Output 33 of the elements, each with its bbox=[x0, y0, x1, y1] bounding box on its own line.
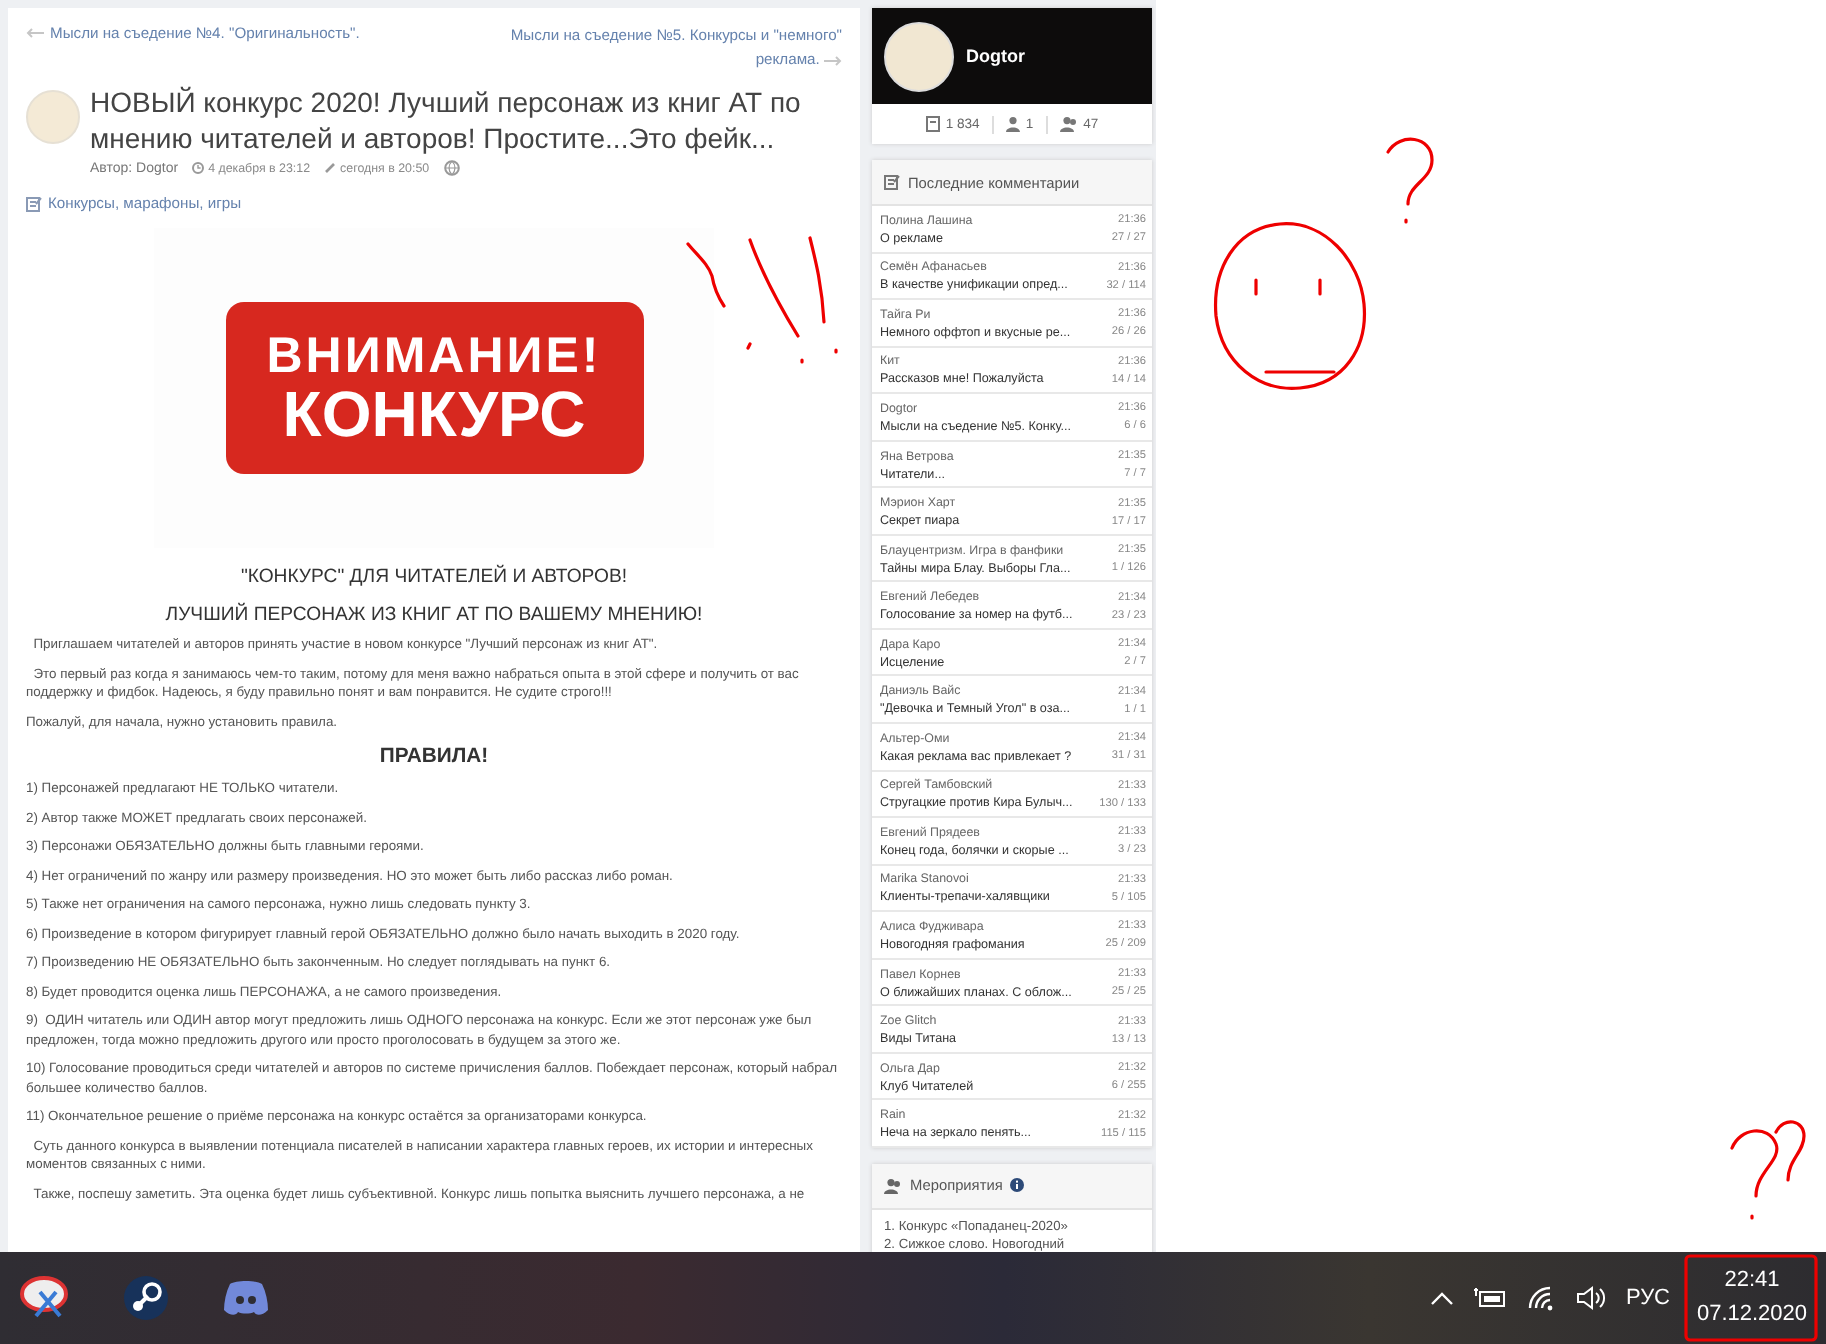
clock-time: 22:41 bbox=[1724, 1266, 1780, 1296]
users-icon bbox=[884, 1177, 902, 1194]
arrow-left-icon bbox=[26, 28, 44, 38]
book-icon bbox=[925, 116, 940, 132]
rules-heading: ПРАВИЛА! bbox=[377, 746, 491, 768]
chevron-up-icon[interactable] bbox=[1429, 1290, 1454, 1306]
question-mark-drawing bbox=[1730, 1120, 1806, 1220]
arrow-right-icon bbox=[824, 55, 842, 65]
piston-circle-icon bbox=[122, 1274, 170, 1322]
battery-icon[interactable] bbox=[1471, 1286, 1508, 1310]
banner-text: ВНИМАНИЕ! bbox=[266, 331, 602, 381]
profile-name[interactable]: Dogtor bbox=[966, 46, 1025, 66]
keyboard-language[interactable]: РУС bbox=[1625, 1286, 1670, 1310]
notepad-icon bbox=[884, 174, 900, 190]
section-heading: "КОНКУРС" ДЛЯ ЧИТАТЕЛЕЙ И АВТОРОВ! bbox=[238, 566, 630, 588]
section-heading: ЛУЧШИЙ ПЕРСОНАЖ ИЗ КНИГ АТ ПО ВАШЕМУ МНЕНИЮ! bbox=[163, 604, 705, 626]
clock-highlight-drawing bbox=[1684, 1254, 1818, 1342]
speaker-icon[interactable] bbox=[1575, 1284, 1608, 1312]
taskbar-clock[interactable]: 22:41 07.12.2020 bbox=[1690, 1264, 1814, 1332]
pencil-icon bbox=[324, 162, 337, 174]
clock-icon bbox=[192, 162, 205, 174]
wifi-icon[interactable] bbox=[1525, 1284, 1558, 1312]
globe-icon bbox=[443, 160, 460, 176]
post-title: НОВЫЙ конкурс 2020! Лучший персонаж из книг АТ по мнению читателей и авторов! Простите...Это фейк... bbox=[90, 84, 803, 156]
gamepad-icon bbox=[222, 1278, 270, 1318]
banner-text: КОНКУРС bbox=[282, 381, 586, 445]
notepad-icon bbox=[26, 195, 42, 211]
users-icon bbox=[1059, 116, 1078, 132]
clock-date: 07.12.2020 bbox=[1696, 1300, 1808, 1330]
info-icon bbox=[1010, 1178, 1025, 1193]
question-mark-drawing bbox=[1386, 137, 1434, 224]
profile-avatar[interactable] bbox=[884, 21, 954, 91]
user-icon bbox=[1005, 116, 1020, 132]
